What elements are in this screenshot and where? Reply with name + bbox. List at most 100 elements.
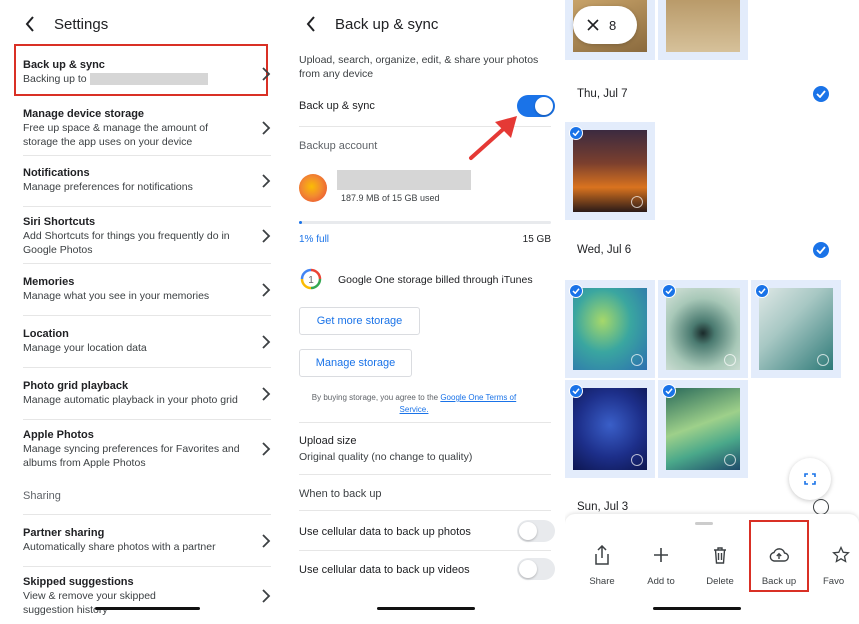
- settings-item-title: Partner sharing: [23, 527, 105, 539]
- storage-total: 15 GB: [522, 234, 551, 245]
- close-icon[interactable]: [587, 19, 599, 31]
- storage-bar: [299, 221, 551, 224]
- settings-item-siri[interactable]: Siri Shortcuts Add Shortcuts for things …: [23, 215, 271, 257]
- back-button[interactable]: [299, 12, 323, 36]
- settings-item-title: Manage device storage: [23, 108, 145, 120]
- chevron-right-icon: [262, 229, 271, 243]
- divider: [23, 155, 271, 156]
- highlight-box: [749, 520, 809, 592]
- check-icon: [662, 384, 676, 398]
- chevron-right-icon: [262, 442, 271, 456]
- photo-tile[interactable]: [565, 280, 655, 378]
- date-select-check[interactable]: [813, 242, 829, 258]
- settings-item-manage-storage[interactable]: Manage device storage Free up space & ma…: [23, 107, 271, 149]
- upload-size-value: Original quality (no change to quality): [299, 451, 473, 463]
- fullscreen-button[interactable]: [789, 458, 831, 500]
- photo-tile[interactable]: [658, 380, 748, 478]
- favorite-action[interactable]: Favo: [813, 544, 859, 587]
- divider: [23, 566, 271, 567]
- cloud-icon: [724, 354, 736, 366]
- get-more-storage-button[interactable]: Get more storage: [299, 307, 420, 335]
- settings-item-skipped[interactable]: Skipped suggestions View & remove your s…: [23, 575, 271, 617]
- settings-item-backup[interactable]: Back up & sync Backing up to: [23, 58, 271, 90]
- settings-item-partner-sharing[interactable]: Partner sharing Automatically share phot…: [23, 526, 271, 556]
- settings-item-title: Memories: [23, 276, 75, 288]
- manage-storage-button[interactable]: Manage storage: [299, 349, 412, 377]
- settings-header: Settings: [18, 10, 108, 38]
- photo-tile[interactable]: [658, 280, 748, 378]
- settings-item-subtitle: View & remove your skipped suggestion hi…: [23, 590, 156, 616]
- svg-text:1: 1: [308, 275, 314, 286]
- settings-item-title: Skipped suggestions: [23, 576, 134, 588]
- chevron-right-icon: [262, 534, 271, 548]
- divider: [299, 422, 551, 423]
- storage-percent: 1% full: [299, 234, 330, 245]
- divider: [299, 550, 551, 551]
- cloud-icon: [631, 196, 643, 208]
- backup-panel: Back up & sync Upload, search, organize,…: [285, 0, 565, 624]
- settings-item-apple-photos[interactable]: Apple Photos Manage syncing preferences …: [23, 428, 271, 470]
- date-header: Thu, Jul 7: [577, 88, 628, 100]
- when-to-backup-label[interactable]: When to back up: [299, 488, 382, 500]
- date-header: Sun, Jul 3: [577, 501, 629, 513]
- page-title: Back up & sync: [335, 15, 439, 33]
- settings-item-subtitle: Manage preferences for notifications: [23, 181, 193, 193]
- cellular-photos-toggle[interactable]: [517, 520, 555, 542]
- photo-tile[interactable]: [565, 380, 655, 478]
- section-title: Sharing: [23, 490, 61, 502]
- chevron-right-icon: [262, 174, 271, 188]
- photo-tile[interactable]: [658, 0, 748, 60]
- settings-item-title: Apple Photos: [23, 429, 94, 441]
- settings-item-subtitle: Manage syncing preferences for Favorites…: [23, 443, 240, 469]
- settings-item-memories[interactable]: Memories Manage what you see in your mem…: [23, 275, 271, 305]
- settings-item-title: Notifications: [23, 167, 90, 179]
- chevron-right-icon: [262, 335, 271, 349]
- redacted-account: [89, 73, 208, 86]
- settings-item-subtitle: Manage automatic playback in your photo …: [23, 394, 238, 406]
- google-one-icon: 1: [300, 268, 322, 290]
- section-header-sharing: Sharing: [23, 489, 271, 505]
- redacted-email: [337, 170, 471, 190]
- check-icon: [755, 284, 769, 298]
- cloud-icon: [817, 354, 829, 366]
- divider: [299, 510, 551, 511]
- selected-count: 8: [609, 17, 617, 33]
- expand-icon: [804, 473, 816, 485]
- cellular-videos-toggle[interactable]: [517, 558, 555, 580]
- settings-item-subtitle: Manage what you see in your memories: [23, 290, 210, 302]
- storage-bar-fill: [299, 221, 302, 224]
- date-select-check[interactable]: [813, 86, 829, 102]
- settings-item-title: Back up & sync: [23, 59, 105, 71]
- home-indicator: [95, 606, 200, 610]
- plus-icon: [654, 548, 668, 562]
- settings-item-title: Location: [23, 328, 69, 340]
- settings-item-location[interactable]: Location Manage your location data: [23, 327, 271, 357]
- chevron-right-icon: [262, 283, 271, 297]
- settings-item-subtitle: Automatically share photos with a partne…: [23, 541, 216, 553]
- add-to-action[interactable]: Add to: [633, 544, 689, 587]
- settings-item-photo-grid[interactable]: Photo grid playback Manage automatic pla…: [23, 379, 271, 409]
- photos-panel: 8 Thu, Jul 7 Wed, Jul 6 Sun, Jul 3 Share…: [565, 0, 859, 624]
- settings-item-notifications[interactable]: Notifications Manage preferences for not…: [23, 166, 271, 196]
- divider: [23, 315, 271, 316]
- check-icon: [569, 284, 583, 298]
- cellular-photos-label: Use cellular data to back up photos: [299, 526, 471, 538]
- divider: [23, 367, 271, 368]
- photo-tile[interactable]: [565, 122, 655, 220]
- check-icon: [569, 384, 583, 398]
- storage-usage-text: 187.9 MB of 15 GB used: [341, 193, 440, 203]
- delete-action[interactable]: Delete: [692, 544, 748, 587]
- backup-toggle-label: Back up & sync: [299, 100, 375, 112]
- settings-item-subtitle: Add Shortcuts for things you frequently …: [23, 230, 230, 256]
- divider: [23, 514, 271, 515]
- settings-item-title: Siri Shortcuts: [23, 216, 96, 228]
- back-button[interactable]: [18, 12, 42, 36]
- upload-size-label[interactable]: Upload size: [299, 435, 356, 447]
- date-select-circle[interactable]: [813, 499, 829, 515]
- check-icon: [662, 284, 676, 298]
- photo-tile[interactable]: [751, 280, 841, 378]
- settings-item-subtitle: Free up space & manage the amount of sto…: [23, 122, 209, 148]
- settings-item-subtitle: Backing up to: [23, 73, 271, 87]
- share-action[interactable]: Share: [574, 544, 630, 587]
- cellular-videos-label: Use cellular data to back up videos: [299, 564, 470, 576]
